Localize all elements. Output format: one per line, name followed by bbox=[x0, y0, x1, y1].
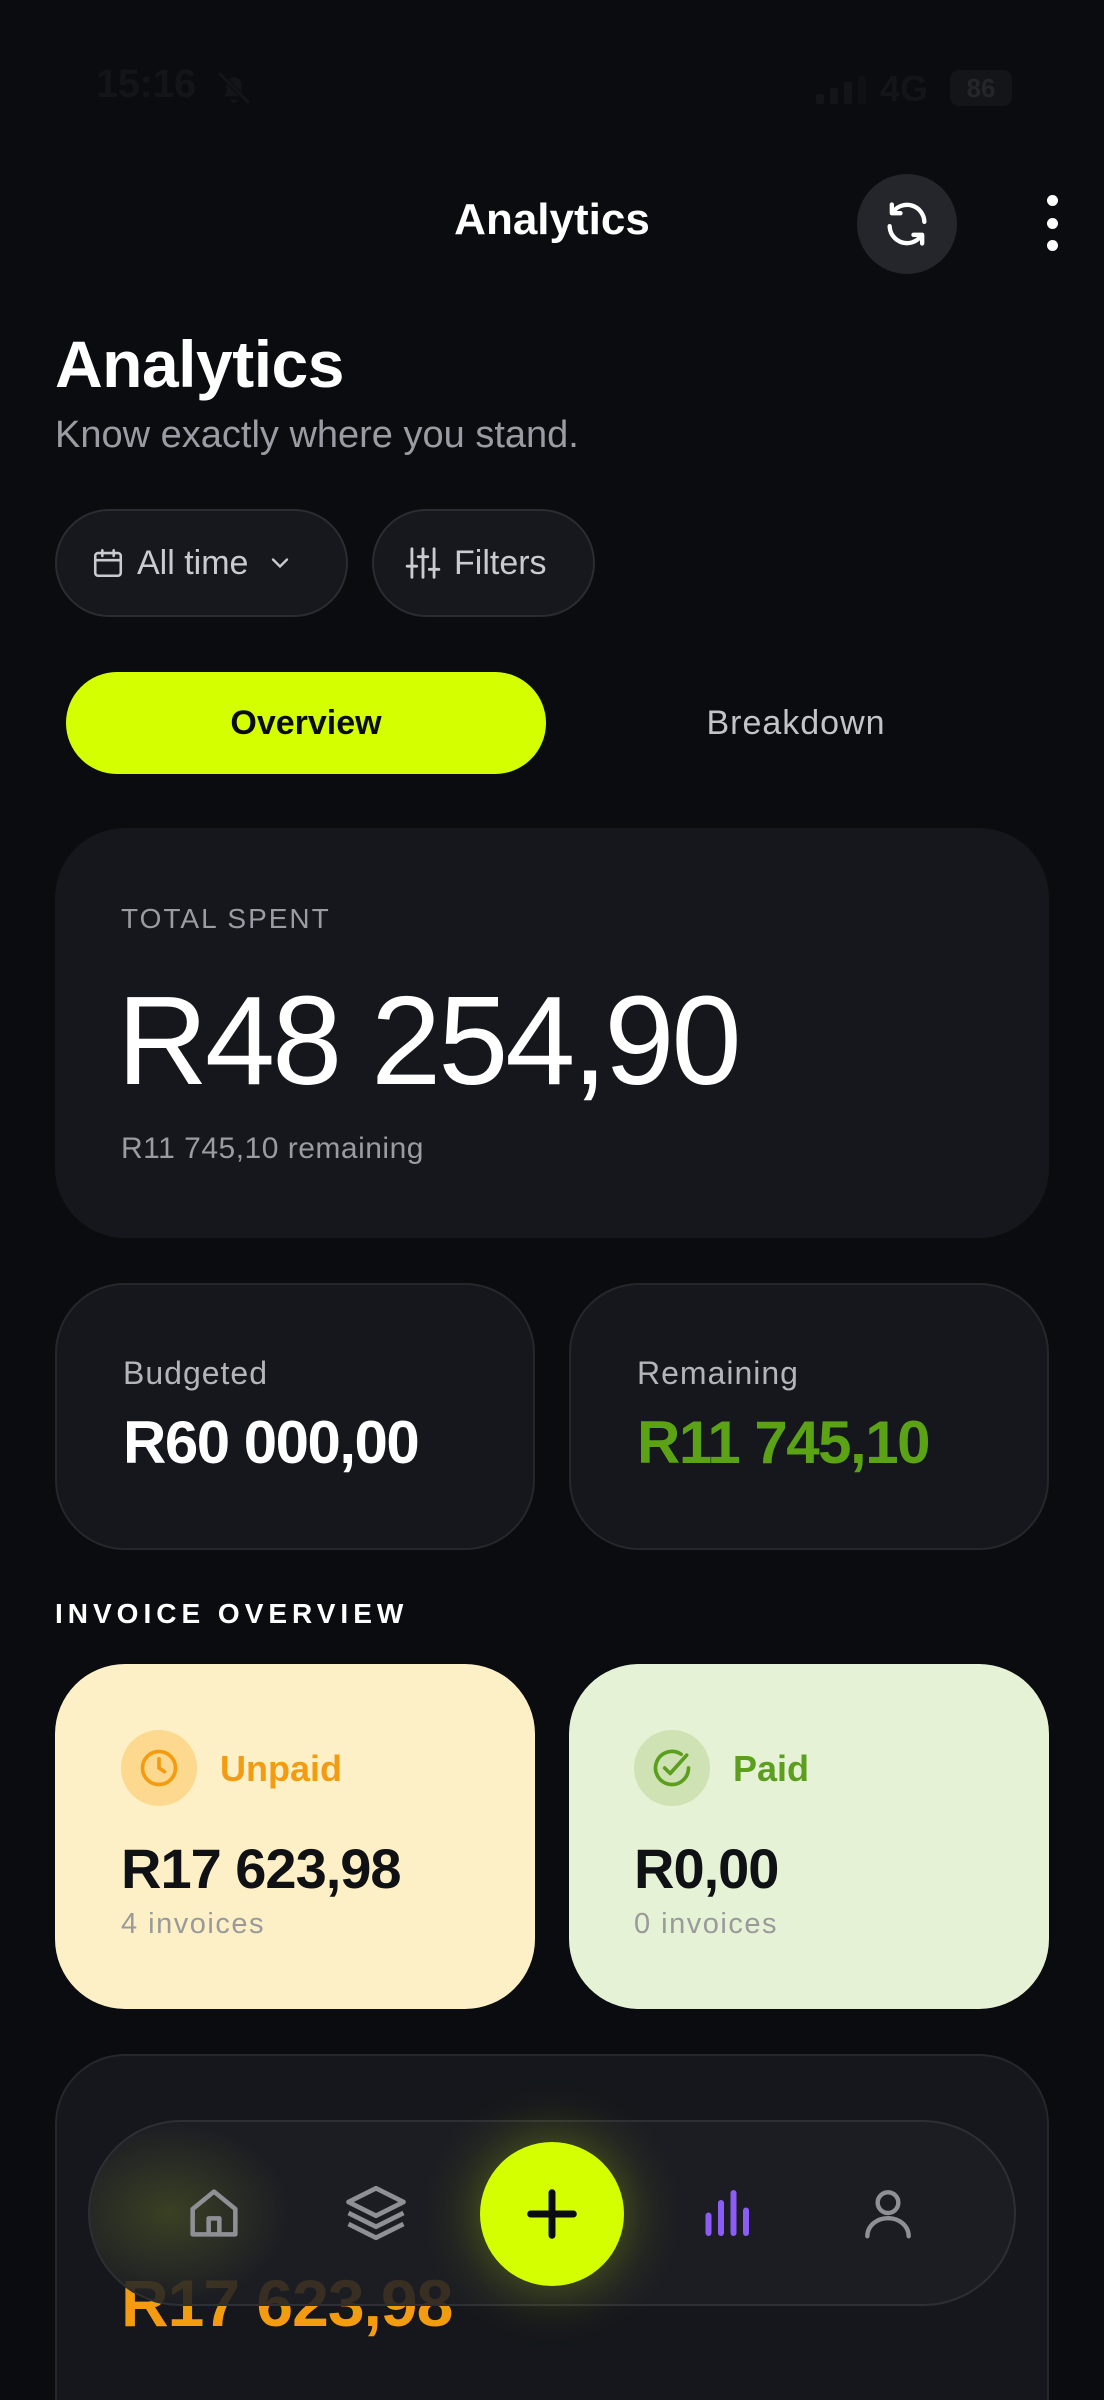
network-type: 4G bbox=[880, 68, 929, 109]
page-title: Analytics bbox=[55, 327, 344, 401]
profile-icon bbox=[865, 2190, 911, 2239]
bell-muted-icon bbox=[217, 71, 251, 105]
paid-label: Paid bbox=[733, 1748, 810, 1789]
total-spent-amount: R48 254,90 bbox=[117, 970, 742, 1111]
page-subtitle: Know exactly where you stand. bbox=[55, 414, 579, 456]
total-remaining-text: R11 745,10 remaining bbox=[121, 1132, 424, 1165]
home-icon bbox=[190, 2189, 238, 2237]
tab-overview[interactable]: Overview bbox=[66, 672, 546, 774]
time-range-dropdown[interactable]: All time bbox=[55, 509, 348, 617]
more-options-button[interactable] bbox=[1032, 195, 1072, 251]
refresh-button[interactable] bbox=[857, 174, 957, 274]
unpaid-count: 4 invoices bbox=[121, 1908, 265, 1940]
nav-analytics[interactable] bbox=[688, 2175, 764, 2251]
status-time: 15:16 bbox=[96, 62, 196, 106]
sliders-icon bbox=[405, 547, 441, 579]
refresh-icon bbox=[887, 202, 927, 246]
chevron-down-icon bbox=[272, 558, 289, 569]
calendar-icon bbox=[93, 548, 123, 578]
remaining-label: Remaining bbox=[637, 1355, 799, 1391]
filters-label: Filters bbox=[454, 543, 547, 582]
paid-count: 0 invoices bbox=[634, 1908, 778, 1940]
total-spent-label: TOTAL SPENT bbox=[121, 903, 331, 934]
layers-icon bbox=[346, 2185, 406, 2241]
check-circle-icon bbox=[634, 1730, 710, 1806]
nav-profile[interactable] bbox=[850, 2175, 926, 2251]
budgeted-value: R60 000,00 bbox=[123, 1409, 420, 1476]
time-range-label: All time bbox=[137, 543, 249, 582]
nav-home[interactable] bbox=[176, 2175, 252, 2251]
unpaid-label: Unpaid bbox=[220, 1748, 342, 1789]
clock-icon bbox=[121, 1730, 197, 1806]
add-button[interactable] bbox=[480, 2142, 624, 2286]
invoice-overview-title: INVOICE OVERVIEW bbox=[55, 1598, 409, 1629]
add-icon bbox=[527, 2189, 577, 2239]
filters-button[interactable]: Filters bbox=[372, 509, 595, 617]
nav-layers[interactable] bbox=[338, 2175, 414, 2251]
paid-amount: R0,00 bbox=[634, 1837, 779, 1900]
unpaid-amount: R17 623,98 bbox=[121, 1837, 402, 1900]
signal-icon bbox=[816, 74, 866, 104]
remaining-value: R11 745,10 bbox=[637, 1409, 930, 1476]
tab-breakdown[interactable]: Breakdown bbox=[566, 672, 1026, 774]
analytics-icon bbox=[705, 2190, 749, 2236]
battery-icon: 86 bbox=[950, 70, 1012, 106]
budgeted-label: Budgeted bbox=[123, 1355, 269, 1391]
